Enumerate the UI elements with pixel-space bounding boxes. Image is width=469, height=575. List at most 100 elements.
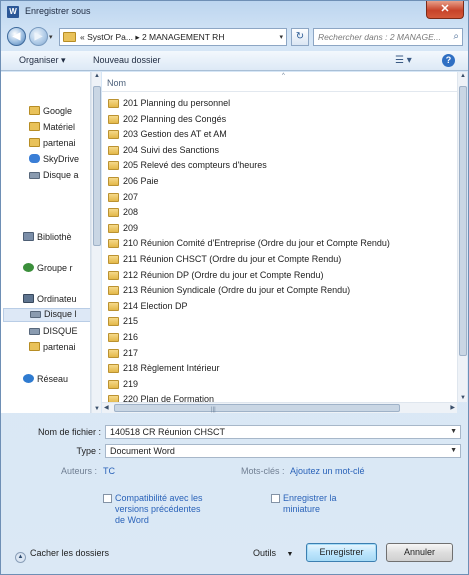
folder-name: 205 Relevé des compteurs d'heures — [123, 160, 267, 171]
folder-name: 213 Réunion Syndicale (Ordre du jour et … — [123, 285, 351, 296]
scroll-left-icon[interactable]: ◀ — [104, 404, 109, 411]
authors-label: Auteurs : — [60, 466, 97, 476]
folder-icon — [108, 364, 119, 374]
save-button[interactable]: Enregistrer — [306, 543, 377, 562]
address-overflow-icon[interactable]: « — [80, 32, 85, 42]
scroll-up-icon[interactable]: ▲ — [460, 73, 466, 79]
recent-locations-chevron-icon[interactable]: ▾ — [49, 33, 53, 41]
sidebar-item-disque-local[interactable]: Disque l — [3, 308, 90, 322]
chevron-down-icon[interactable]: ▼ — [450, 428, 457, 435]
column-header-row: ^ Nom — [102, 72, 457, 92]
folder-row[interactable]: 205 Relevé des compteurs d'heures — [102, 158, 457, 174]
sidebar-item-groupe-residentiel[interactable]: Groupe r — [23, 263, 73, 277]
folder-icon — [108, 395, 119, 402]
hide-folders-button[interactable]: ▲ Cacher les dossiers — [15, 548, 109, 563]
folder-name: 218 Règlement Intérieur — [123, 363, 220, 374]
address-dropdown-icon[interactable]: ▾ — [279, 33, 283, 41]
library-icon — [23, 232, 34, 241]
sidebar-item-google[interactable]: Google — [29, 106, 72, 120]
breadcrumb-item[interactable]: SystOr Pa... — [87, 32, 133, 42]
tools-menu-button[interactable]: Outils ▼ — [253, 548, 293, 558]
folder-row[interactable]: 214 Election DP — [102, 299, 457, 315]
folder-row[interactable]: 212 Réunion DP (Ordre du jour et Compte … — [102, 268, 457, 284]
folder-name: 217 — [123, 347, 139, 358]
sidebar-item-materiel[interactable]: Matériel — [29, 122, 75, 136]
chevron-down-icon[interactable]: ▼ — [450, 447, 457, 454]
save-as-dialog: W Enregistrer sous ✕ ◀ ▶ ▾ « SystOr Pa..… — [0, 0, 469, 575]
scrollbar-thumb[interactable]: ||| — [114, 404, 400, 413]
folder-row[interactable]: 216 — [102, 330, 457, 346]
scrollbar-thumb[interactable] — [93, 86, 101, 246]
folder-row[interactable]: 209 — [102, 221, 457, 237]
new-folder-button[interactable]: Nouveau dossier — [93, 55, 161, 65]
help-icon[interactable]: ? — [442, 54, 455, 67]
scrollbar-thumb[interactable] — [459, 86, 467, 356]
folder-icon — [29, 138, 40, 147]
folder-name: 212 Réunion DP (Ordre du jour et Compte … — [123, 269, 324, 280]
folder-row[interactable]: 207 — [102, 190, 457, 206]
scroll-right-icon[interactable]: ▶ — [450, 404, 455, 411]
folder-icon — [108, 286, 119, 296]
sidebar-item-reseau[interactable]: Réseau — [23, 374, 68, 388]
compatibility-checkbox[interactable] — [103, 494, 112, 503]
folder-icon — [108, 99, 119, 108]
command-bar: Organiser ▾ Nouveau dossier ☰ ▾ ? — [1, 51, 468, 71]
filename-field[interactable]: 140518 CR Réunion CHSCT ▼ — [105, 425, 461, 439]
folder-row[interactable]: 208 — [102, 205, 457, 221]
breadcrumb-separator-icon[interactable]: ▸ — [135, 32, 139, 42]
save-thumbnail-label[interactable]: Enregistrer la miniature — [283, 493, 337, 515]
folder-row[interactable]: 202 Planning des Congés — [102, 112, 457, 128]
folder-name: 214 Election DP — [123, 300, 188, 311]
change-view-icon[interactable]: ☰ ▾ — [395, 55, 413, 67]
sidebar-item-disque[interactable]: DISQUE — [29, 326, 78, 340]
folder-row[interactable]: 206 Paie — [102, 174, 457, 190]
organize-menu-button[interactable]: Organiser ▾ — [19, 55, 66, 66]
folder-row[interactable]: 204 Suivi des Sanctions — [102, 143, 457, 159]
breadcrumb-item[interactable]: 2 MANAGEMENT RH — [142, 32, 225, 42]
folder-row[interactable]: 211 Réunion CHSCT (Ordre du jour et Comp… — [102, 252, 457, 268]
folder-row[interactable]: 220 Plan de Formation — [102, 392, 457, 402]
file-list-vertical-scrollbar[interactable]: ▲ ▼ — [457, 72, 467, 402]
folder-name: 215 — [123, 316, 139, 327]
folder-icon — [108, 145, 119, 155]
folder-row[interactable]: 219 — [102, 377, 457, 393]
folder-row[interactable]: 210 Réunion Comité d'Entreprise (Ordre d… — [102, 236, 457, 252]
folder-row[interactable]: 215 — [102, 314, 457, 330]
close-button[interactable]: ✕ — [426, 1, 464, 19]
filename-label: Nom de fichier : — [37, 427, 101, 437]
save-thumbnail-checkbox[interactable] — [271, 494, 280, 503]
sidebar-item-bibliotheques[interactable]: Bibliothè — [23, 232, 72, 246]
back-button[interactable]: ◀ — [7, 27, 26, 46]
sidebar-item-partenai-2[interactable]: partenai — [29, 342, 76, 356]
navigation-pane-scrollbar[interactable]: ▲ ▼ — [91, 72, 101, 413]
network-icon — [23, 374, 34, 383]
column-header-name[interactable]: Nom — [107, 78, 126, 88]
compatibility-label[interactable]: Compatibilité avec les versions précéden… — [115, 493, 203, 526]
scroll-down-icon[interactable]: ▼ — [94, 406, 100, 412]
cancel-button[interactable]: Annuler — [386, 543, 453, 562]
refresh-button[interactable]: ↻ — [291, 28, 309, 46]
authors-field[interactable]: TC — [103, 466, 115, 476]
folder-row[interactable]: 217 — [102, 346, 457, 362]
sidebar-item-disque-a[interactable]: Disque a — [29, 170, 79, 184]
sidebar-item-skydrive[interactable]: SkyDrive — [29, 154, 79, 168]
scroll-up-icon[interactable]: ▲ — [94, 73, 100, 79]
file-list-horizontal-scrollbar[interactable]: ◀ ||| ▶ — [102, 402, 457, 413]
folder-row[interactable]: 218 Règlement Intérieur — [102, 361, 457, 377]
address-path[interactable]: « SystOr Pa... ▸ 2 MANAGEMENT RH — [80, 32, 224, 43]
folder-icon — [29, 342, 40, 351]
folder-row[interactable]: 203 Gestion des AT et AM — [102, 127, 457, 143]
tags-field[interactable]: Ajoutez un mot-clé — [290, 466, 365, 476]
sidebar-item-partenai[interactable]: partenai — [29, 138, 76, 152]
folder-icon — [108, 223, 119, 233]
folder-row[interactable]: 201 Planning du personnel — [102, 96, 457, 112]
scroll-down-icon[interactable]: ▼ — [460, 395, 466, 401]
save-options-panel: Nom de fichier : 140518 CR Réunion CHSCT… — [1, 414, 468, 575]
search-input[interactable]: Rechercher dans : 2 MANAGE... ⌕ — [313, 28, 463, 46]
sidebar-item-ordinateur[interactable]: Ordinateu — [23, 294, 77, 308]
forward-button[interactable]: ▶ — [29, 27, 48, 46]
folder-row[interactable]: 213 Réunion Syndicale (Ordre du jour et … — [102, 283, 457, 299]
type-select[interactable]: Document Word ▼ — [105, 444, 461, 458]
folder-name: 220 Plan de Formation — [123, 394, 215, 402]
address-bar[interactable]: « SystOr Pa... ▸ 2 MANAGEMENT RH ▾ — [59, 28, 287, 46]
